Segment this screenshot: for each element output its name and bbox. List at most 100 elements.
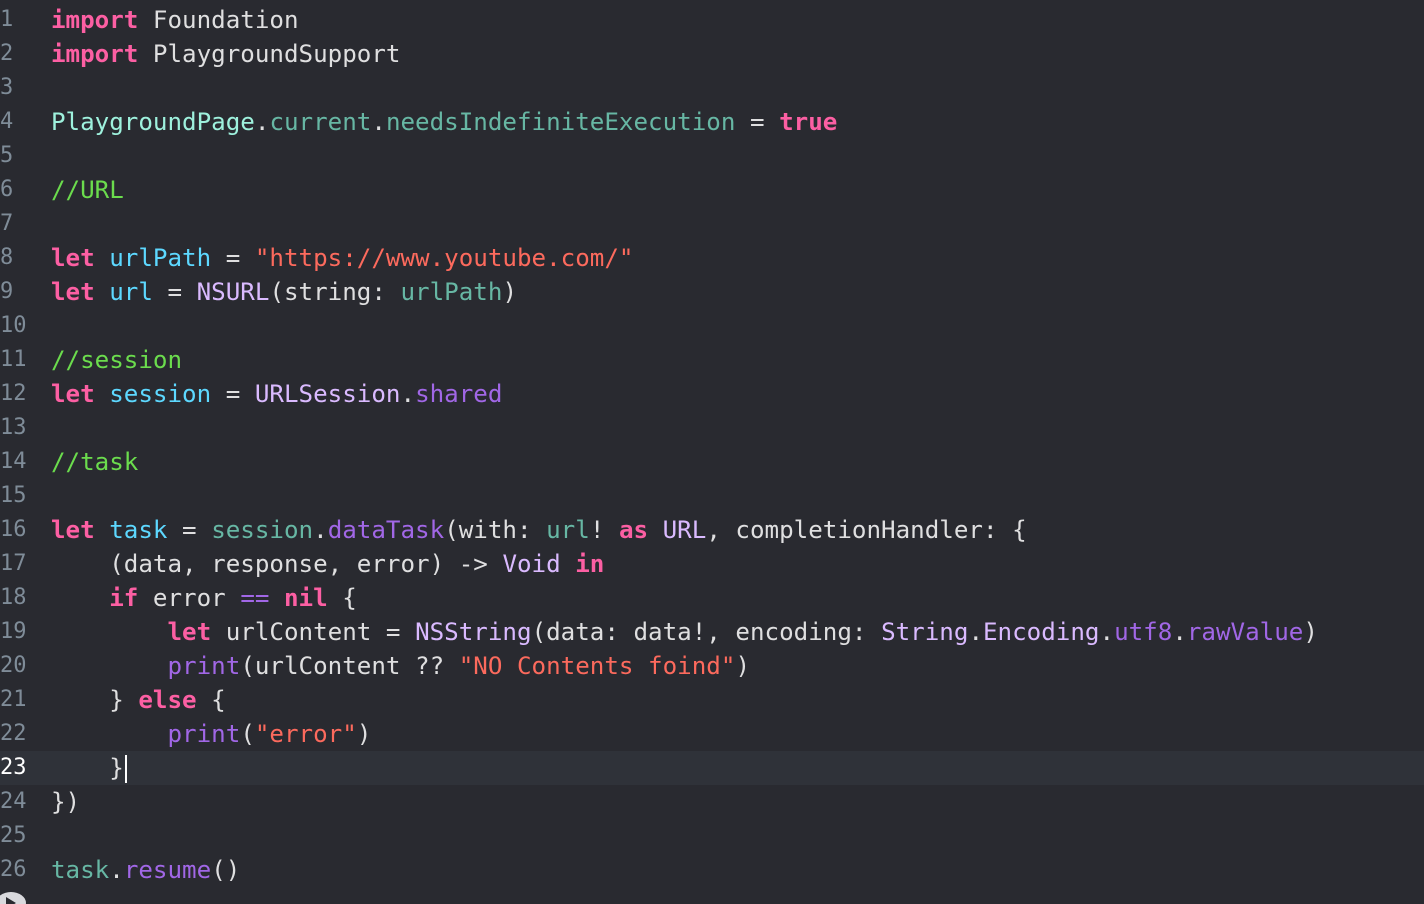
code-line[interactable]: //URL (51, 173, 1424, 207)
code-token: true (779, 108, 838, 136)
code-token: session (109, 380, 212, 408)
code-token: "https://www.youtube.com/" (254, 244, 634, 272)
code-line[interactable]: let task = session.dataTask(with: url! a… (51, 513, 1424, 547)
code-token: { (196, 686, 226, 714)
line-number[interactable]: 9 (0, 275, 42, 309)
code-editor[interactable]: 1 2 3 4 5 6 7 8 9 10 11 12 13 14 15 16 17 18 19 20 21 22 23 24 2… (0, 0, 1424, 904)
line-number[interactable]: 1 (0, 3, 42, 37)
code-line[interactable]: task.resume() (51, 853, 1424, 887)
code-line[interactable]: } else { (51, 683, 1424, 717)
code-area[interactable]: import Foundation import PlaygroundSuppor… (51, 3, 1424, 887)
code-token: . (109, 856, 124, 884)
code-token: . (968, 618, 983, 646)
line-number[interactable]: 24 (0, 785, 42, 819)
line-number[interactable]: 15 (0, 479, 42, 513)
code-token: resume (123, 856, 212, 884)
code-line[interactable]: print(urlContent ?? "NO Contents foind") (51, 649, 1424, 683)
line-number[interactable]: 5 (0, 139, 42, 173)
line-number[interactable]: 10 (0, 309, 42, 343)
code-token: url (109, 278, 153, 306)
code-token: == (240, 584, 270, 612)
code-token: urlPath (109, 244, 212, 272)
code-line[interactable] (51, 479, 1424, 513)
code-token: (data: data!, encoding: (531, 618, 882, 646)
code-token: Foundation (138, 6, 299, 34)
code-token: URL (662, 516, 707, 544)
code-token: print (167, 652, 241, 680)
line-number[interactable]: 17 (0, 547, 42, 581)
code-line[interactable]: if error == nil { (51, 581, 1424, 615)
code-line[interactable]: } (51, 751, 1424, 785)
code-token: ! (589, 516, 619, 544)
code-token: import (51, 6, 139, 34)
code-line[interactable]: //session (51, 343, 1424, 377)
line-number[interactable]: 26 (0, 853, 42, 887)
line-number[interactable]: 13 (0, 411, 42, 445)
code-line[interactable] (51, 207, 1424, 241)
code-line[interactable] (51, 71, 1424, 105)
code-line[interactable]: print("error") (51, 717, 1424, 751)
code-line[interactable]: PlaygroundPage.current.needsIndefiniteEx… (51, 105, 1424, 139)
line-number[interactable]: 22 (0, 717, 42, 751)
code-token: Void (502, 550, 561, 578)
code-token: NSString (415, 618, 532, 646)
code-token: = (735, 108, 780, 136)
code-line[interactable] (51, 819, 1424, 853)
code-line[interactable] (51, 139, 1424, 173)
line-number[interactable]: 25 (0, 819, 42, 853)
code-line[interactable]: (data, response, error) -> Void in (51, 547, 1424, 581)
code-line[interactable]: import Foundation (51, 3, 1424, 37)
code-token: , completionHandler: { (706, 516, 1027, 544)
line-number[interactable]: 6 (0, 173, 42, 207)
line-number[interactable]: 20 (0, 649, 42, 683)
line-number[interactable]: 2 (0, 37, 42, 71)
code-line[interactable]: let urlContent = NSString(data: data!, e… (51, 615, 1424, 649)
line-number[interactable]: 18 (0, 581, 42, 615)
line-number[interactable]: 3 (0, 71, 42, 105)
code-line[interactable]: //task (51, 445, 1424, 479)
code-token: { (327, 584, 357, 612)
code-token: } (51, 754, 124, 782)
code-token: . (371, 108, 386, 136)
code-token: nil (284, 584, 328, 612)
line-number[interactable]: 7 (0, 207, 42, 241)
code-token: . (1099, 618, 1115, 646)
code-token: task (51, 856, 110, 884)
line-number[interactable]: 4 (0, 105, 42, 139)
line-number[interactable]: 11 (0, 343, 42, 377)
line-number-gutter: 1 2 3 4 5 6 7 8 9 10 11 12 13 14 15 16 17 18 19 20 21 22 23 24 2… (0, 3, 42, 887)
code-token: (string: (269, 278, 401, 306)
code-line[interactable]: let urlPath = "https://www.youtube.com/" (51, 241, 1424, 275)
code-line[interactable]: import PlaygroundSupport (51, 37, 1424, 71)
code-token: = (211, 380, 255, 408)
line-number[interactable]: 21 (0, 683, 42, 717)
code-token: = (152, 278, 197, 306)
line-number[interactable]: 8 (0, 241, 42, 275)
code-token: in (575, 550, 605, 578)
line-number[interactable]: 23 (0, 751, 42, 785)
text-cursor (124, 755, 127, 783)
code-token: shared (415, 380, 503, 408)
line-number[interactable]: 14 (0, 445, 42, 479)
code-token: PlaygroundPage (51, 108, 255, 136)
play-icon[interactable] (0, 892, 26, 904)
code-line[interactable]: let session = URLSession.shared (51, 377, 1424, 411)
code-token: () (211, 856, 241, 884)
code-line[interactable]: let url = NSURL(string: urlPath) (51, 275, 1424, 309)
line-number[interactable]: 12 (0, 377, 42, 411)
code-token: (with: (444, 516, 547, 544)
code-line[interactable] (51, 411, 1424, 445)
code-token: dataTask (327, 516, 445, 544)
code-line[interactable]: }) (51, 785, 1424, 819)
line-number[interactable]: 16 (0, 513, 42, 547)
code-token: session (211, 516, 314, 544)
code-token: = (167, 516, 212, 544)
code-token: urlContent = (211, 618, 416, 646)
code-line[interactable] (51, 309, 1424, 343)
line-number[interactable]: 19 (0, 615, 42, 649)
